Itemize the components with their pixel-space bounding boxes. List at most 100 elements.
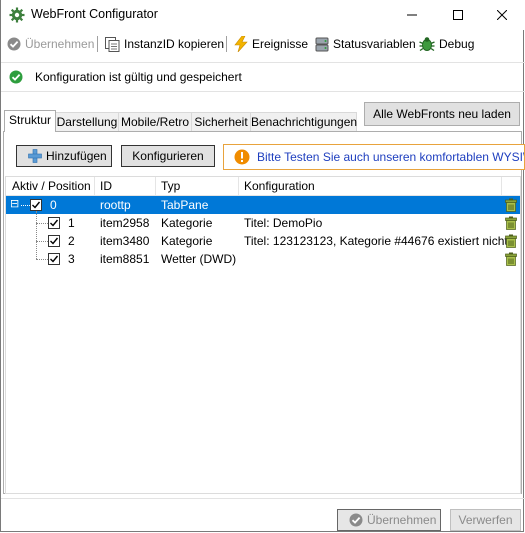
tree-connector bbox=[21, 205, 30, 206]
row-position: 1 bbox=[68, 216, 75, 230]
tree-connector bbox=[36, 211, 37, 223]
tab-darstellung[interactable]: Darstellung bbox=[55, 112, 119, 131]
column-divider bbox=[501, 177, 502, 195]
grid-header: Aktiv / Position ID Typ Konfiguration bbox=[6, 177, 520, 196]
toolbar-apply-button[interactable]: Übernehmen bbox=[7, 34, 94, 54]
column-divider bbox=[94, 177, 95, 195]
row-id: item3480 bbox=[100, 234, 150, 248]
row-position: 0 bbox=[50, 198, 57, 212]
toolbar-separator bbox=[97, 36, 98, 52]
status-variables-button[interactable]: Statusvariablen bbox=[315, 34, 416, 54]
lightning-icon bbox=[234, 36, 248, 52]
delete-icon[interactable] bbox=[504, 234, 518, 248]
tab-strip: Struktur Darstellung Mobile/Retro Sicher… bbox=[1, 110, 525, 132]
footer-bar: Übernehmen Verwerfen bbox=[1, 498, 525, 533]
tab-label: Mobile/Retro bbox=[120, 115, 190, 129]
checkmark-icon bbox=[32, 201, 41, 209]
active-checkbox[interactable] bbox=[48, 253, 60, 265]
delete-icon[interactable] bbox=[504, 252, 518, 266]
table-row[interactable]: 3 item8851 Wetter (DWD) bbox=[6, 241, 520, 268]
tree-collapse-toggle[interactable]: ⊟ bbox=[10, 197, 19, 210]
delete-icon[interactable] bbox=[504, 216, 518, 230]
column-divider bbox=[238, 177, 239, 195]
column-divider bbox=[155, 177, 156, 195]
tab-label: Benachrichtigungen bbox=[251, 115, 358, 129]
wysiwyg-info-banner[interactable]: Bitte Testen Sie auch unseren komfortabl… bbox=[223, 144, 525, 170]
tab-label: Darstellung bbox=[56, 115, 118, 129]
column-header-id[interactable]: ID bbox=[100, 179, 112, 193]
column-header-position[interactable]: Aktiv / Position bbox=[12, 179, 91, 193]
tab-struktur[interactable]: Struktur bbox=[4, 110, 56, 132]
tab-mobile-retro[interactable]: Mobile/Retro bbox=[118, 112, 192, 131]
app-gear-icon bbox=[9, 7, 25, 23]
row-id: item8851 bbox=[100, 252, 150, 266]
copy-instance-label: InstanzID kopieren bbox=[124, 37, 225, 51]
add-button[interactable]: Hinzufügen bbox=[16, 145, 112, 167]
row-id: roottp bbox=[100, 198, 131, 212]
status-message: Konfiguration ist gültig und gespeichert bbox=[35, 70, 242, 84]
table-row[interactable]: 1 item2958 Kategorie Titel: DemoPio bbox=[6, 211, 520, 232]
row-position: 3 bbox=[68, 252, 75, 266]
events-button[interactable]: Ereignisse bbox=[234, 34, 308, 54]
table-row[interactable]: 2 item3480 Kategorie Titel: 123123123, K… bbox=[6, 223, 520, 250]
row-type: Kategorie bbox=[161, 234, 213, 248]
active-checkbox[interactable] bbox=[48, 217, 60, 229]
toolbar: Übernehmen InstanzID kopieren Ereignisse… bbox=[1, 30, 525, 58]
copy-instance-button[interactable]: InstanzID kopieren bbox=[105, 34, 224, 54]
checkmark-icon bbox=[50, 255, 59, 263]
status-variables-label: Statusvariablen bbox=[333, 37, 416, 51]
toolbar-apply-label: Übernehmen bbox=[25, 37, 95, 51]
row-type: Wetter (DWD) bbox=[161, 252, 237, 266]
discard-label: Verwerfen bbox=[458, 513, 513, 527]
info-message: Bitte Testen Sie auch unseren komfortabl… bbox=[257, 150, 525, 164]
minimize-button[interactable] bbox=[389, 0, 435, 30]
tree-connector bbox=[36, 223, 48, 224]
add-label: Hinzufügen bbox=[46, 149, 107, 163]
tree-connector bbox=[36, 259, 48, 260]
check-circle-icon bbox=[349, 513, 363, 527]
footer-apply-button[interactable]: Übernehmen bbox=[337, 509, 441, 531]
bug-icon bbox=[419, 37, 435, 52]
row-type: Kategorie bbox=[161, 216, 213, 230]
minimize-icon bbox=[407, 14, 417, 16]
tab-sicherheit[interactable]: Sicherheit bbox=[191, 112, 251, 131]
close-button[interactable] bbox=[479, 0, 525, 30]
copy-icon bbox=[105, 36, 120, 52]
row-config: Titel: 123123123, Kategorie #44676 exist… bbox=[244, 234, 508, 248]
tree-connector bbox=[36, 223, 37, 241]
row-type: TabPane bbox=[161, 198, 209, 212]
events-label: Ereignisse bbox=[252, 37, 309, 51]
debug-button[interactable]: Debug bbox=[419, 34, 474, 54]
active-checkbox[interactable] bbox=[48, 235, 60, 247]
delete-icon[interactable] bbox=[504, 198, 518, 212]
row-id: item2958 bbox=[100, 216, 150, 230]
window-title: WebFront Configurator bbox=[31, 7, 158, 21]
validation-status: Konfiguration ist gültig und gespeichert bbox=[1, 62, 525, 92]
tab-label: Sicherheit bbox=[194, 115, 248, 129]
row-config: Titel: DemoPio bbox=[244, 216, 323, 230]
table-row[interactable]: ⊟ 0 roottp TabPane bbox=[6, 196, 520, 214]
column-header-config[interactable]: Konfiguration bbox=[244, 179, 315, 193]
warning-circle-icon bbox=[234, 149, 250, 165]
tab-label: Struktur bbox=[8, 113, 51, 127]
configurator-window: WebFront Configurator Übernehmen Instanz… bbox=[0, 0, 525, 533]
column-header-type[interactable]: Typ bbox=[161, 179, 180, 193]
success-check-icon bbox=[9, 70, 23, 84]
structure-grid: Aktiv / Position ID Typ Konfiguration ⊟ … bbox=[5, 176, 521, 494]
active-checkbox[interactable] bbox=[30, 199, 42, 211]
tree-connector bbox=[36, 241, 48, 242]
checkmark-icon bbox=[50, 237, 59, 245]
tab-benachrichtigungen[interactable]: Benachrichtigungen bbox=[250, 112, 357, 131]
configure-button[interactable]: Konfigurieren bbox=[121, 145, 215, 167]
toolbar-separator bbox=[226, 36, 227, 52]
checkmark-icon bbox=[50, 219, 59, 227]
row-position: 2 bbox=[68, 234, 75, 248]
discard-button[interactable]: Verwerfen bbox=[450, 509, 521, 531]
plus-icon bbox=[28, 149, 42, 163]
debug-label: Debug bbox=[439, 37, 475, 51]
configure-label: Konfigurieren bbox=[132, 149, 204, 163]
tree-connector bbox=[36, 241, 37, 259]
maximize-icon bbox=[453, 10, 463, 20]
footer-apply-label: Übernehmen bbox=[367, 513, 437, 527]
maximize-button[interactable] bbox=[435, 0, 481, 30]
